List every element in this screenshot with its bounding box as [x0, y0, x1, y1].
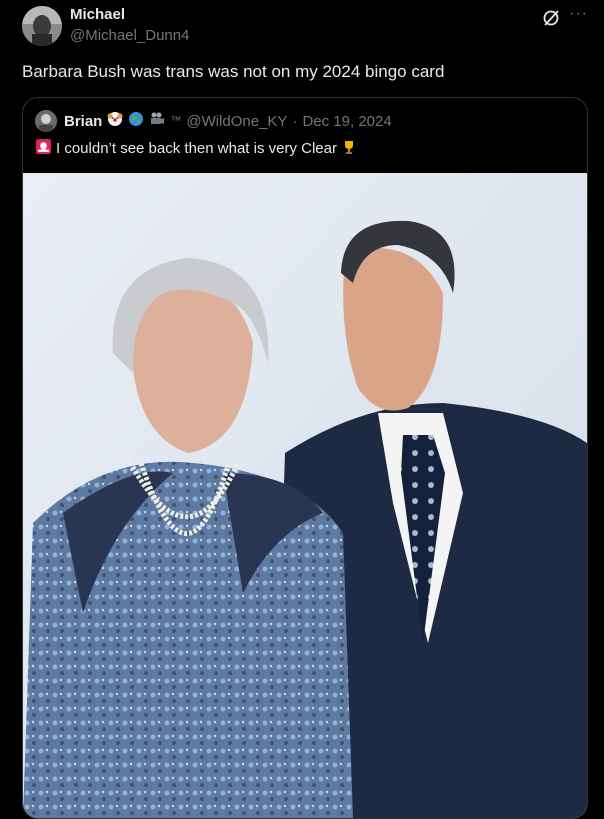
quoted-avatar[interactable]	[35, 110, 57, 132]
quoted-name[interactable]: Brian	[64, 113, 102, 130]
author-name[interactable]: Michael	[70, 6, 125, 23]
quoted-photo[interactable]	[23, 173, 587, 818]
quoted-tweet[interactable]: Brian ™ @WildOne_KY · Dec 19, 2024 I cou…	[22, 97, 588, 819]
quoted-tm: ™	[170, 115, 182, 127]
clown-face-emoji	[107, 111, 123, 131]
grok-icon[interactable]	[541, 8, 561, 28]
globe-emoji	[128, 111, 144, 131]
separator: ·	[292, 112, 298, 130]
quoted-date[interactable]: Dec 19, 2024	[302, 113, 391, 130]
quoted-text-row: I couldn’t see back then what is very Cl…	[35, 138, 357, 159]
trophy-emoji	[341, 139, 357, 159]
post-text: Barbara Bush was trans was not on my 202…	[22, 62, 445, 81]
tweet: Michael @Michael_Dunn4 ··· Barbara Bush …	[0, 0, 604, 819]
author-handle[interactable]: @Michael_Dunn4	[70, 27, 189, 44]
quoted-handle[interactable]: @WildOne_KY	[186, 113, 287, 130]
movie-camera-emoji	[149, 111, 165, 131]
siren-emoji	[35, 138, 52, 159]
more-options-button[interactable]: ···	[569, 5, 589, 25]
quoted-header: Brian ™ @WildOne_KY · Dec 19, 2024	[35, 110, 392, 132]
quoted-text: I couldn’t see back then what is very Cl…	[56, 140, 337, 157]
author-avatar[interactable]	[22, 6, 62, 46]
